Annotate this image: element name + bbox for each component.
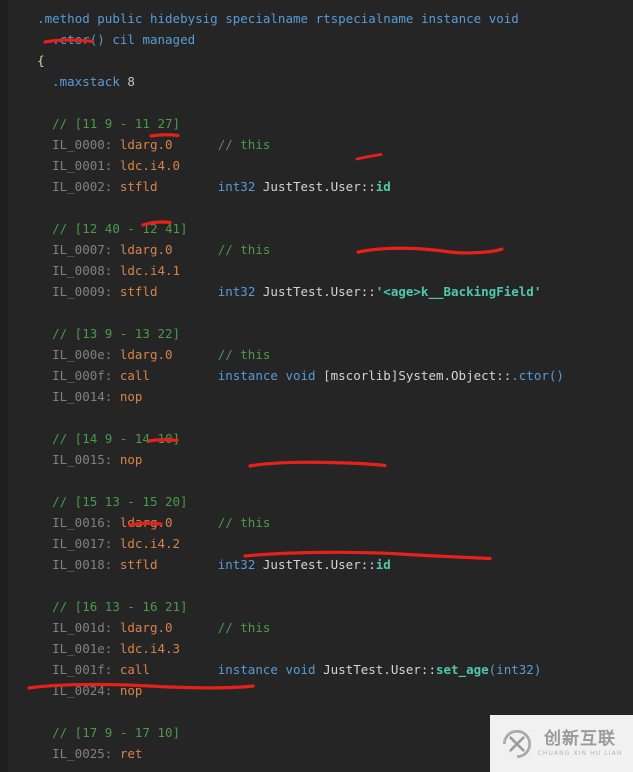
il-disassembly-window: .method public hidebysig specialname rts… — [0, 0, 633, 772]
code-line[interactable]: IL_0009: stfld int32 JustTest.User::'<ag… — [0, 281, 633, 302]
code-line[interactable]: IL_0000: ldarg.0 // this — [0, 134, 633, 155]
code-line[interactable]: IL_0018: stfld int32 JustTest.User::id — [0, 554, 633, 575]
watermark-chinese: 创新互联 — [544, 728, 616, 749]
code-line[interactable]: // [11 9 - 11 27] — [0, 113, 633, 134]
code-line[interactable]: IL_001e: ldc.i4.3 — [0, 638, 633, 659]
code-line[interactable]: IL_0015: nop — [0, 449, 633, 470]
code-line[interactable]: IL_0007: ldarg.0 // this — [0, 239, 633, 260]
watermark-pinyin: CHUANG XIN HU LIAN — [537, 749, 623, 757]
code-line[interactable]: IL_001d: ldarg.0 // this — [0, 617, 633, 638]
code-line[interactable]: // [13 9 - 13 22] — [0, 323, 633, 344]
code-line[interactable]: // [14 9 - 14 10] — [0, 428, 633, 449]
code-line[interactable] — [0, 575, 633, 596]
code-line[interactable] — [0, 92, 633, 113]
code-line[interactable]: IL_0008: ldc.i4.1 — [0, 260, 633, 281]
code-line[interactable]: .maxstack 8 — [0, 71, 633, 92]
code-listing[interactable]: .method public hidebysig specialname rts… — [0, 0, 633, 772]
code-line[interactable]: { — [0, 50, 633, 71]
code-line[interactable]: // [12 40 - 12 41] — [0, 218, 633, 239]
code-line[interactable] — [0, 470, 633, 491]
code-line[interactable]: IL_0002: stfld int32 JustTest.User::id — [0, 176, 633, 197]
code-line[interactable]: IL_0017: ldc.i4.2 — [0, 533, 633, 554]
code-line[interactable]: IL_0001: ldc.i4.0 — [0, 155, 633, 176]
code-line[interactable] — [0, 407, 633, 428]
code-line[interactable]: IL_001f: call instance void JustTest.Use… — [0, 659, 633, 680]
code-line[interactable]: // [16 13 - 16 21] — [0, 596, 633, 617]
code-line[interactable] — [0, 197, 633, 218]
code-line[interactable]: .method public hidebysig specialname rts… — [0, 8, 633, 29]
code-line[interactable]: IL_0016: ldarg.0 // this — [0, 512, 633, 533]
circle-x-logo — [502, 729, 531, 758]
code-line[interactable] — [0, 302, 633, 323]
code-line[interactable]: IL_0014: nop — [0, 386, 633, 407]
code-line[interactable]: // [15 13 - 15 20] — [0, 491, 633, 512]
code-line[interactable]: IL_000e: ldarg.0 // this — [0, 344, 633, 365]
watermark-text: 创新互联 CHUANG XIN HU LIAN — [537, 728, 623, 757]
code-line[interactable]: IL_0024: nop — [0, 680, 633, 701]
code-line[interactable]: .ctor() cil managed — [0, 29, 633, 50]
watermark-badge: 创新互联 CHUANG XIN HU LIAN — [490, 715, 633, 772]
code-line[interactable]: IL_000f: call instance void [mscorlib]Sy… — [0, 365, 633, 386]
